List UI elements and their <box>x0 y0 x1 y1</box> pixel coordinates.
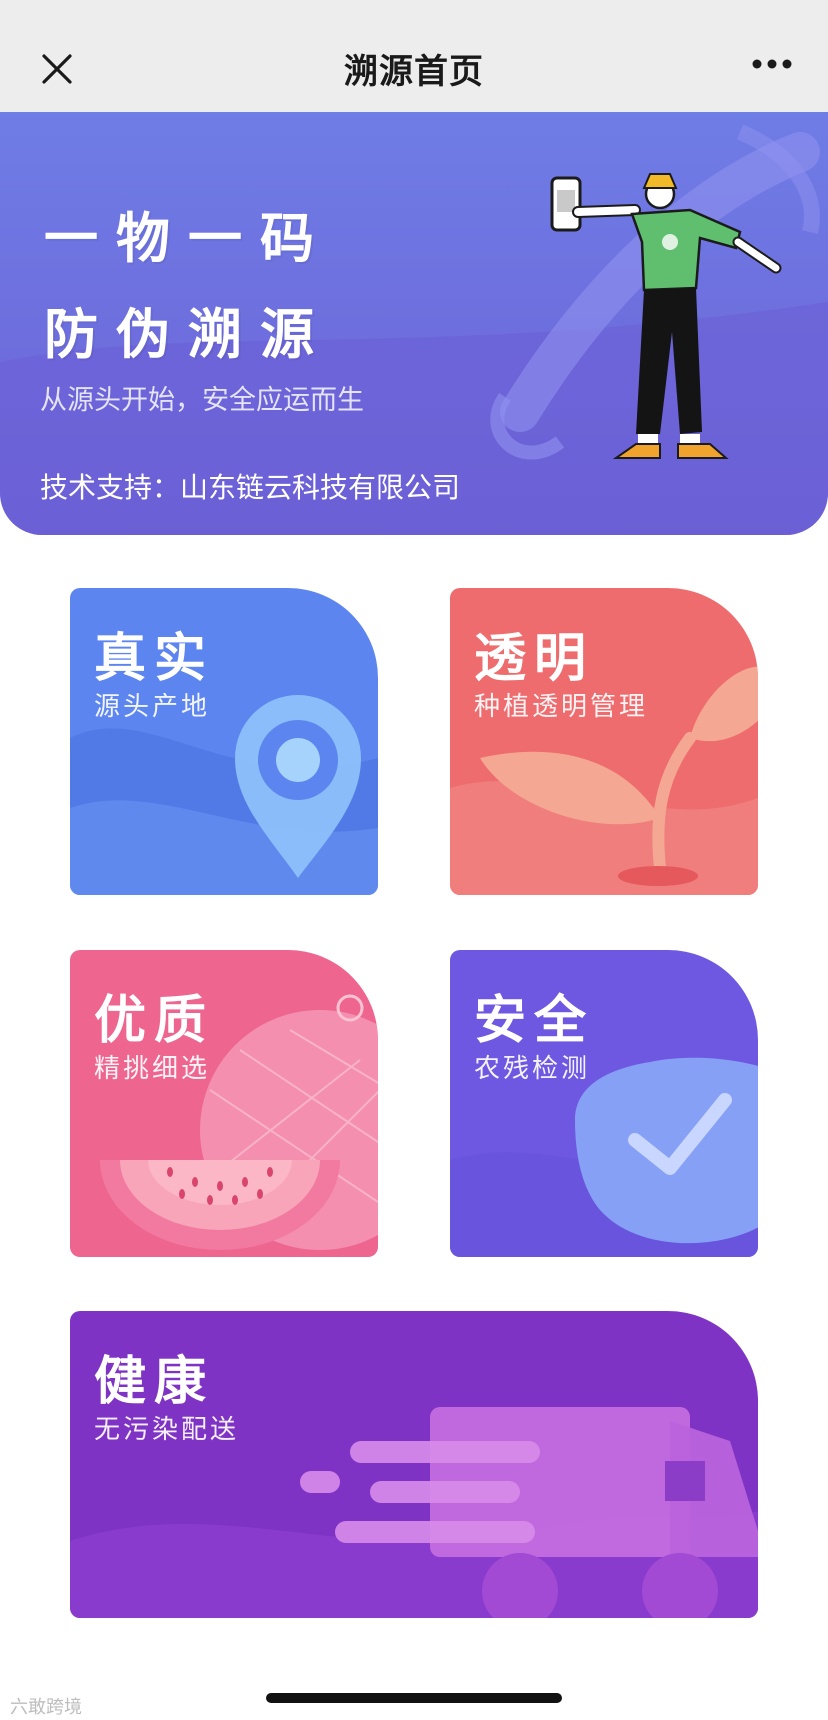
card-title: 透明 <box>474 629 595 689</box>
card-title: 健康 <box>94 1352 215 1412</box>
card-title: 真实 <box>94 629 215 689</box>
hero-banner: 一物一码 防伪溯源 从源头开始，安全应运而生 技术支持：山东链云科技有限公司 <box>0 112 828 535</box>
card-subtitle: 无污染配送 <box>94 1415 240 1445</box>
top-nav-bar: 溯源首页 <box>0 0 828 112</box>
card-title: 优质 <box>94 991 215 1051</box>
tech-support-text: 技术支持：山东链云科技有限公司 <box>40 471 461 504</box>
card-subtitle: 精挑细选 <box>94 1054 211 1084</box>
card-subtitle: 农残检测 <box>474 1054 591 1084</box>
feature-card-safety[interactable]: 安全 农残检测 <box>450 950 758 1257</box>
more-icon[interactable] <box>752 58 792 70</box>
home-indicator <box>266 1693 562 1703</box>
page-title: 溯源首页 <box>344 52 484 92</box>
banner-slogan: 从源头开始，安全应运而生 <box>40 385 364 416</box>
card-title: 安全 <box>474 991 595 1051</box>
feature-card-authentic[interactable]: 真实 源头产地 <box>70 588 378 895</box>
feature-card-quality[interactable]: 优质 精挑细选 <box>70 950 378 1257</box>
person-holding-phone-illustration <box>550 173 782 459</box>
feature-card-healthy[interactable]: 健康 无污染配送 <box>70 1311 758 1618</box>
card-subtitle: 源头产地 <box>94 692 211 722</box>
banner-headline-1: 一物一码 <box>44 207 332 270</box>
card-subtitle: 种植透明管理 <box>474 692 649 722</box>
feature-card-transparent[interactable]: 透明 种植透明管理 <box>450 588 758 895</box>
watermark: 六敢跨境 <box>10 1697 82 1718</box>
banner-headline-2: 防伪溯源 <box>44 303 332 366</box>
